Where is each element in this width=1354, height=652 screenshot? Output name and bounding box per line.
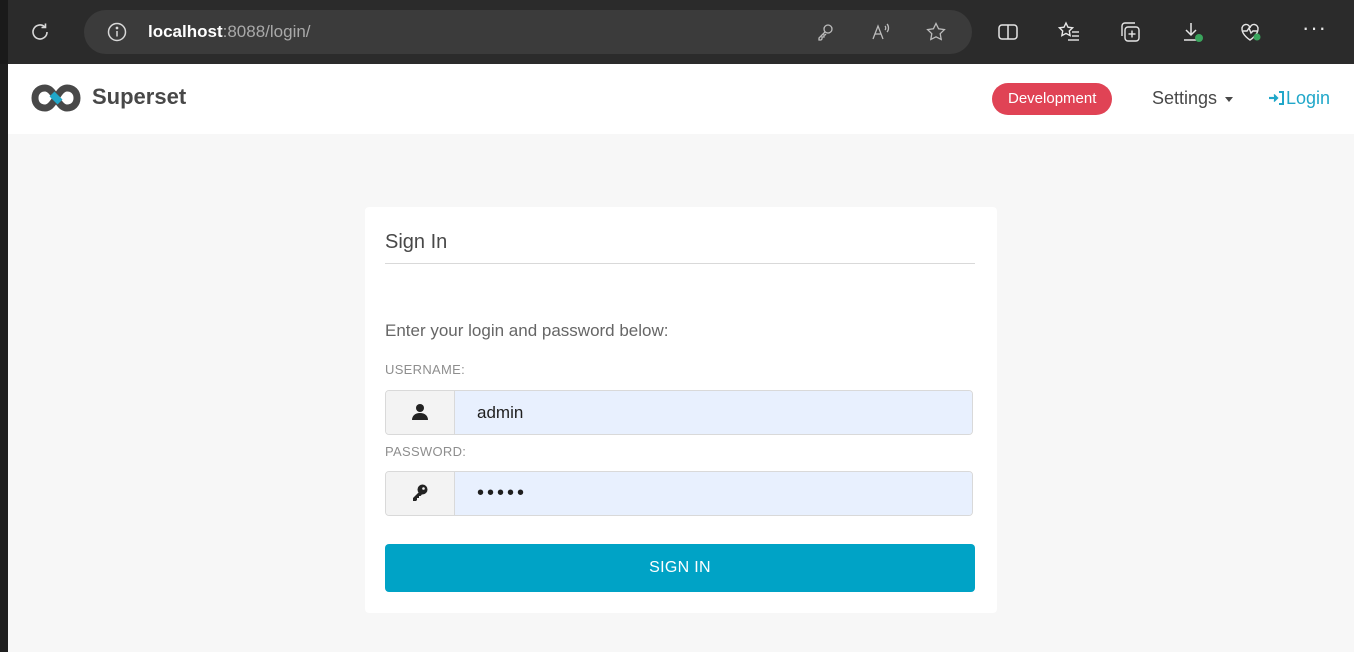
- sign-in-icon: [1269, 91, 1284, 105]
- settings-label: Settings: [1152, 88, 1218, 108]
- favorites-icon[interactable]: [1057, 20, 1081, 44]
- address-bar[interactable]: localhost:8088/login/: [84, 10, 972, 54]
- title-divider: [385, 263, 975, 264]
- sign-in-button[interactable]: SIGN IN: [385, 544, 975, 592]
- browser-essentials-icon[interactable]: [1238, 20, 1262, 44]
- username-addon: [386, 391, 455, 434]
- info-icon[interactable]: [106, 21, 128, 43]
- browser-toolbar: localhost:8088/login/ ···: [0, 0, 1354, 64]
- read-aloud-icon[interactable]: [870, 21, 892, 43]
- password-label: PASSWORD:: [385, 444, 467, 459]
- window-edge-left: [0, 64, 8, 652]
- downloads-icon[interactable]: [1180, 20, 1204, 44]
- favorite-star-icon[interactable]: [925, 21, 947, 43]
- url-path: :8088/login/: [222, 22, 311, 41]
- password-addon: [386, 472, 455, 515]
- password-input[interactable]: [455, 472, 972, 515]
- login-instructions: Enter your login and password below:: [385, 321, 669, 340]
- username-group: [385, 390, 973, 435]
- user-icon: [412, 404, 428, 420]
- card-title: Sign In: [385, 231, 448, 253]
- url-host: localhost: [148, 22, 223, 41]
- more-options-icon[interactable]: ···: [1302, 15, 1327, 41]
- environment-badge: Development: [992, 83, 1113, 115]
- key-icon[interactable]: [814, 21, 836, 43]
- login-card: Sign In Enter your login and password be…: [365, 207, 997, 613]
- app-navbar: Superset Development Settings Login: [8, 64, 1354, 134]
- password-group: [385, 471, 973, 516]
- caret-down-icon: [1225, 96, 1234, 102]
- settings-menu[interactable]: Settings: [1152, 88, 1234, 109]
- url-text[interactable]: localhost:8088/login/: [148, 22, 311, 42]
- login-label: Login: [1286, 88, 1331, 108]
- reload-icon[interactable]: [28, 20, 52, 44]
- username-input[interactable]: [455, 391, 972, 434]
- window-edge: [0, 0, 8, 64]
- brand-name[interactable]: Superset: [92, 84, 186, 110]
- username-label: USERNAME:: [385, 362, 465, 377]
- collections-icon[interactable]: [1118, 20, 1142, 44]
- superset-logo-icon[interactable]: [30, 84, 82, 112]
- login-link[interactable]: Login: [1268, 88, 1330, 109]
- key-icon: [413, 484, 428, 501]
- split-screen-icon[interactable]: [996, 20, 1020, 44]
